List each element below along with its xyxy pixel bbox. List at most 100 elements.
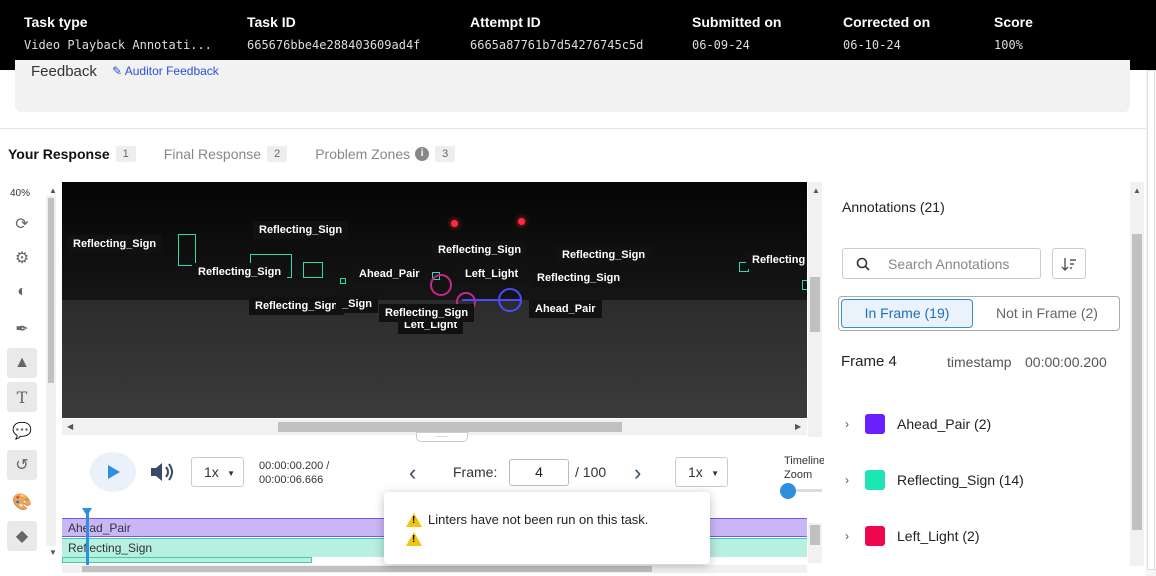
scrollbar-thumb[interactable] — [810, 525, 820, 545]
tab-your-response[interactable]: Your Response 1 — [8, 146, 136, 162]
color-swatch — [865, 526, 885, 546]
play-button[interactable] — [90, 452, 136, 492]
task-id-value: 665676bbe4e288403609ad4f — [247, 38, 421, 52]
pair-connector — [462, 299, 522, 301]
refresh-icon[interactable]: ⟳ — [7, 209, 37, 239]
volume-icon[interactable] — [149, 461, 177, 488]
video-label[interactable]: Reflecting_Sign — [432, 241, 528, 259]
panel-scrollbar[interactable] — [1130, 182, 1144, 566]
scrollbar-thumb[interactable] — [278, 422, 622, 432]
corrected-value: 06-10-24 — [843, 38, 901, 52]
color-swatch — [865, 470, 885, 490]
not-in-frame-button[interactable]: Not in Frame (2) — [977, 299, 1117, 328]
chevron-right-icon[interactable]: › — [845, 529, 865, 543]
annotation-group-reflecting-sign[interactable]: › Reflecting_Sign (14) — [845, 470, 1024, 490]
frame-title: Frame 4 — [841, 353, 897, 370]
auditor-feedback-link[interactable]: ✎ Auditor Feedback — [112, 64, 219, 78]
score-label: Score — [994, 14, 1033, 30]
video-label[interactable]: Reflecting_Sign — [531, 269, 627, 287]
video-label[interactable]: Reflecting — [746, 251, 807, 269]
frame-input[interactable]: 4 — [509, 459, 569, 486]
gear-icon[interactable]: ⚙ — [7, 243, 37, 273]
feedback-section: Feedback ✎ Auditor Feedback — [15, 60, 1130, 112]
page-scrollbar[interactable] — [1146, 70, 1156, 576]
annotation-group-left-light[interactable]: › Left_Light (2) — [845, 526, 980, 546]
history-icon[interactable]: ↺ — [7, 450, 37, 480]
prev-frame-icon[interactable]: ‹ — [409, 460, 416, 486]
chevron-right-icon[interactable]: › — [845, 417, 865, 431]
pen-icon[interactable]: ✒ — [7, 314, 37, 344]
video-label[interactable]: _Sign — [336, 295, 378, 313]
scrollbar-thumb[interactable] — [1147, 70, 1155, 570]
linter-popup: Linters have not been run on this task. — [384, 492, 710, 564]
annotation-box[interactable] — [340, 278, 346, 284]
annotation-group-ahead-pair[interactable]: › Ahead_Pair (2) — [845, 414, 991, 434]
scroll-down-icon[interactable]: ▼ — [49, 548, 57, 557]
scroll-up-icon[interactable]: ▲ — [49, 186, 57, 195]
annotation-point[interactable] — [430, 274, 452, 296]
comments-icon[interactable]: 💬 — [7, 416, 37, 446]
feedback-title: Feedback — [31, 63, 97, 80]
frame-label: Frame: — [453, 464, 498, 480]
text-icon[interactable]: T — [7, 382, 37, 412]
submitted-col: Submitted on 06-09-24 — [692, 14, 781, 52]
scrollbar-thumb[interactable] — [1132, 234, 1142, 530]
timeline-playhead[interactable] — [82, 508, 92, 566]
in-frame-button[interactable]: In Frame (19) — [841, 299, 973, 328]
palette-icon[interactable]: 🎨 — [7, 487, 37, 517]
timeline-zoom-track[interactable] — [796, 489, 822, 492]
search-annotations-input[interactable]: Search Annotations — [842, 248, 1041, 279]
task-id-col: Task ID 665676bbe4e288403609ad4f — [247, 14, 420, 52]
tab-problem-zones[interactable]: Problem Zones i 3 — [315, 146, 456, 162]
video-label[interactable]: Left_Light — [459, 265, 525, 283]
search-icon — [856, 257, 870, 271]
video-label[interactable]: Ahead_Pair — [529, 300, 602, 318]
timeline-scrollbar[interactable] — [808, 523, 822, 563]
speed-dropdown[interactable]: 1x ▼ — [191, 457, 244, 487]
sort-button[interactable] — [1052, 248, 1086, 279]
sort-icon — [1061, 257, 1076, 271]
info-icon[interactable]: i — [415, 147, 430, 161]
video-label[interactable]: Reflecting_Sign — [67, 235, 163, 253]
scroll-right-icon[interactable]: ▶ — [795, 422, 801, 431]
video-vertical-scrollbar[interactable] — [808, 182, 822, 437]
video-label[interactable]: Reflecting_Sign — [249, 297, 345, 315]
annotation-box[interactable] — [178, 234, 196, 266]
timeline-zoom-slider[interactable] — [780, 483, 796, 499]
timeline-horizontal-scrollbar[interactable] — [62, 565, 807, 573]
tab-label: Problem Zones — [315, 146, 411, 162]
video-label[interactable]: Reflecting_Sign — [556, 246, 652, 264]
annotation-group-label: Ahead_Pair (2) — [897, 416, 992, 432]
time-current: 00:00:00.200 / — [259, 460, 330, 472]
attempt-id-label: Attempt ID — [470, 14, 541, 30]
scrollbar-thumb[interactable] — [48, 198, 54, 383]
annotation-box[interactable] — [303, 262, 323, 278]
annotations-title: Annotations (21) — [842, 199, 945, 215]
scroll-up-icon[interactable]: ▲ — [812, 186, 820, 195]
video-label[interactable]: Reflecting_Sign — [379, 304, 475, 322]
contrast-icon[interactable]: ◐ — [7, 277, 37, 307]
next-frame-icon[interactable]: › — [634, 460, 641, 486]
playback-rate-dropdown[interactable]: 1x ▼ — [675, 457, 728, 487]
timeline-row-partial[interactable] — [62, 557, 312, 563]
caret-down-icon: ▼ — [711, 469, 719, 478]
video-label[interactable]: Ahead_Pair — [353, 265, 426, 283]
shapes-icon[interactable]: ▲ — [7, 348, 37, 378]
fill-icon[interactable]: ◆ — [7, 521, 37, 551]
video-label[interactable]: Reflecting_Sign — [253, 221, 349, 239]
scroll-left-icon[interactable]: ◀ — [67, 422, 73, 431]
play-icon — [108, 465, 120, 479]
tab-final-response[interactable]: Final Response 2 — [164, 146, 288, 162]
annotation-box[interactable] — [802, 280, 807, 290]
scrollbar-thumb[interactable] — [82, 566, 652, 572]
scroll-up-icon[interactable]: ▲ — [1133, 186, 1141, 195]
video-label[interactable]: Reflecting_Sign — [192, 263, 288, 281]
video-canvas[interactable]: Reflecting_Sign Reflecting_Sign Reflecti… — [62, 182, 807, 418]
chevron-right-icon[interactable]: › — [845, 473, 865, 487]
scrollbar-thumb[interactable] — [810, 277, 820, 332]
resize-handle[interactable]: ...... — [416, 432, 468, 442]
task-type-value: Video Playback Annotati... — [24, 38, 212, 52]
toolbar-scrollbar[interactable] — [46, 196, 56, 546]
speed-value: 1x — [204, 464, 219, 480]
task-type-label: Task type — [24, 14, 88, 30]
